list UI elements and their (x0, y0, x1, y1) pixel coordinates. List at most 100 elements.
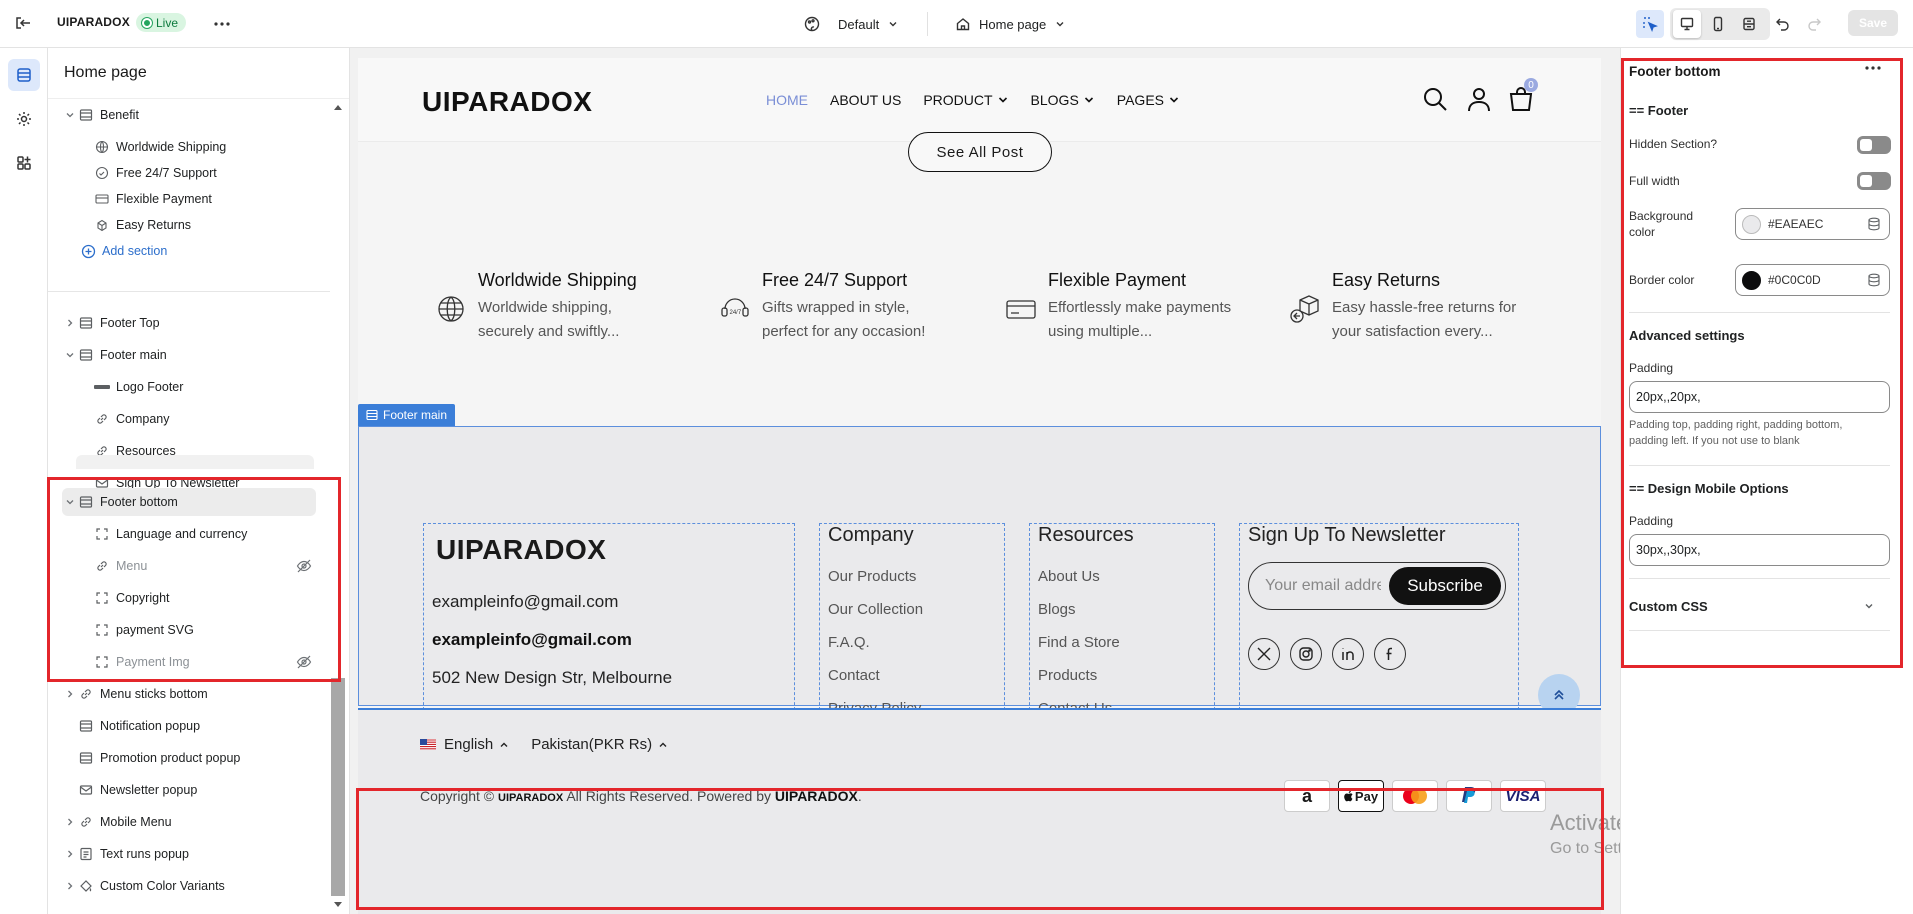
tree-item-easy-returns[interactable]: Easy Returns (94, 212, 191, 238)
desktop-view-icon[interactable] (1673, 10, 1701, 38)
tree-item-footer-top[interactable]: Footer Top (62, 310, 160, 336)
mobile-padding-input[interactable]: 30px,,30px, (1629, 534, 1890, 566)
footer-main-section[interactable]: UIPARADOX exampleinfo@gmail.com examplei… (358, 426, 1601, 725)
footer-link[interactable]: Our Products (828, 568, 916, 585)
tree-item-flexible-payment[interactable]: Flexible Payment (94, 186, 212, 212)
tree-item-newsletter-popup[interactable]: Newsletter popup (78, 777, 197, 803)
design-mobile-heading: == Design Mobile Options (1629, 481, 1789, 496)
facebook-icon[interactable] (1374, 638, 1406, 670)
tree-item-custom-color-variants[interactable]: Custom Color Variants (62, 873, 225, 899)
layout-view-icon[interactable] (1735, 10, 1763, 38)
border-color-swatch[interactable] (1742, 270, 1761, 290)
nav-blogs[interactable]: BLOGS (1031, 92, 1095, 108)
chevron-right-icon[interactable] (62, 849, 78, 859)
linkedin-icon[interactable] (1332, 638, 1364, 670)
footer-bottom-section[interactable]: English Pakistan(PKR Rs) Copyright © UIP… (358, 708, 1601, 914)
language-selector[interactable]: English (444, 736, 509, 753)
tree-item-promotion-popup[interactable]: Promotion product popup (78, 745, 240, 771)
left-panel-scrollbar[interactable] (331, 678, 345, 896)
tree-item-company[interactable]: Company (94, 406, 170, 432)
tree-item-language-currency[interactable]: Language and currency (94, 521, 247, 547)
nav-product[interactable]: PRODUCT (923, 92, 1008, 108)
full-width-toggle[interactable] (1857, 172, 1891, 190)
chevron-down-icon[interactable] (62, 497, 78, 507)
subscribe-button[interactable]: Subscribe (1389, 567, 1501, 605)
nav-about-us[interactable]: ABOUT US (830, 92, 901, 108)
see-all-post-button[interactable]: See All Post (908, 132, 1052, 172)
exit-icon[interactable] (14, 14, 32, 32)
copyright-powered-by[interactable]: UIPARADOX (775, 788, 858, 804)
hidden-section-label: Hidden Section? (1629, 137, 1718, 151)
add-section-button[interactable]: Add section (80, 238, 167, 264)
redo-icon[interactable] (1800, 10, 1828, 38)
page-selector[interactable]: Home page (955, 10, 1066, 38)
undo-icon[interactable] (1769, 10, 1797, 38)
database-icon[interactable] (1867, 217, 1881, 231)
footer-link[interactable]: Blogs (1038, 601, 1076, 618)
tree-item-worldwide-shipping[interactable]: Worldwide Shipping (94, 134, 226, 160)
currency-selector[interactable]: Pakistan(PKR Rs) (531, 736, 668, 753)
newsletter-email-input[interactable]: Your email address (1265, 577, 1381, 595)
footer-link[interactable]: Our Collection (828, 601, 923, 618)
tree-item-logo-footer[interactable]: Logo Footer (94, 374, 183, 400)
more-options-icon[interactable] (212, 14, 232, 34)
save-button[interactable]: Save (1848, 10, 1898, 36)
select-tool-icon[interactable] (1636, 10, 1664, 38)
footer-link[interactable]: Products (1038, 667, 1097, 684)
custom-css-heading[interactable]: Custom CSS (1629, 599, 1708, 614)
chevron-down-icon[interactable] (62, 110, 78, 120)
chevron-right-icon[interactable] (62, 881, 78, 891)
footer-link[interactable]: About Us (1038, 568, 1100, 585)
chevron-right-icon[interactable] (62, 817, 78, 827)
account-icon[interactable] (1466, 86, 1492, 112)
tree-item-copyright[interactable]: Copyright (94, 585, 170, 611)
mobile-view-icon[interactable] (1704, 10, 1732, 38)
settings-gear-icon[interactable] (8, 103, 40, 135)
tree-item-payment-svg[interactable]: payment SVG (94, 617, 194, 643)
scroll-up-icon[interactable] (333, 104, 343, 112)
footer-logo[interactable]: UIPARADOX (436, 534, 606, 566)
footer-link[interactable]: F.A.Q. (828, 634, 870, 651)
x-twitter-icon[interactable] (1248, 638, 1280, 670)
settings-panel: Footer bottom == Footer Hidden Section? … (1620, 48, 1913, 914)
instagram-icon[interactable] (1290, 638, 1322, 670)
nav-pages[interactable]: PAGES (1117, 92, 1180, 108)
footer-link[interactable]: Find a Store (1038, 634, 1120, 651)
nav-home[interactable]: HOME (766, 92, 808, 108)
language-label: English (444, 736, 494, 753)
chevron-down-icon[interactable] (62, 350, 78, 360)
tree-item-footer-main[interactable]: Footer main (62, 342, 167, 368)
tree-item-footer-bottom[interactable]: Footer bottom (62, 489, 178, 515)
background-color-field[interactable]: #EAEAEC (1735, 208, 1890, 240)
footer-main-tag[interactable]: Footer main (358, 404, 456, 426)
tree-item-benefit[interactable]: Benefit (62, 102, 139, 128)
tree-item-support[interactable]: Free 24/7 Support (94, 160, 217, 186)
site-logo[interactable]: UIPARADOX (422, 86, 592, 118)
chevron-down-icon[interactable] (1863, 600, 1875, 612)
border-color-field[interactable]: #0C0C0D (1735, 264, 1890, 296)
theme-selector[interactable]: Default (804, 10, 899, 38)
eye-hidden-icon[interactable] (296, 654, 312, 670)
contact-email[interactable]: exampleinfo@gmail.com (432, 592, 618, 612)
more-options-icon[interactable] (1861, 58, 1885, 78)
contact-email-bold[interactable]: exampleinfo@gmail.com (432, 630, 632, 650)
site-nav: HOME ABOUT US PRODUCT BLOGS PAGES (766, 92, 1180, 108)
padding-input[interactable]: 20px,,20px, (1629, 381, 1890, 413)
scroll-down-icon[interactable] (333, 900, 343, 908)
sections-icon[interactable] (8, 59, 40, 91)
database-icon[interactable] (1867, 273, 1881, 287)
background-color-swatch[interactable] (1742, 214, 1761, 234)
apps-icon[interactable] (8, 147, 40, 179)
chevron-right-icon[interactable] (62, 318, 78, 328)
footer-link[interactable]: Contact (828, 667, 880, 684)
eye-hidden-icon[interactable] (296, 558, 312, 574)
tree-item-text-runs-popup[interactable]: Text runs popup (62, 841, 189, 867)
tree-item-menu-sticks-bottom[interactable]: Menu sticks bottom (62, 681, 208, 707)
hidden-section-toggle[interactable] (1857, 136, 1891, 154)
chevron-right-icon[interactable] (62, 689, 78, 699)
tree-item-notification-popup[interactable]: Notification popup (78, 713, 200, 739)
tree-item-mobile-menu[interactable]: Mobile Menu (62, 809, 172, 835)
tree-item-menu[interactable]: Menu (94, 553, 312, 579)
search-icon[interactable] (1422, 86, 1448, 112)
tree-item-payment-img[interactable]: Payment Img (94, 649, 312, 675)
